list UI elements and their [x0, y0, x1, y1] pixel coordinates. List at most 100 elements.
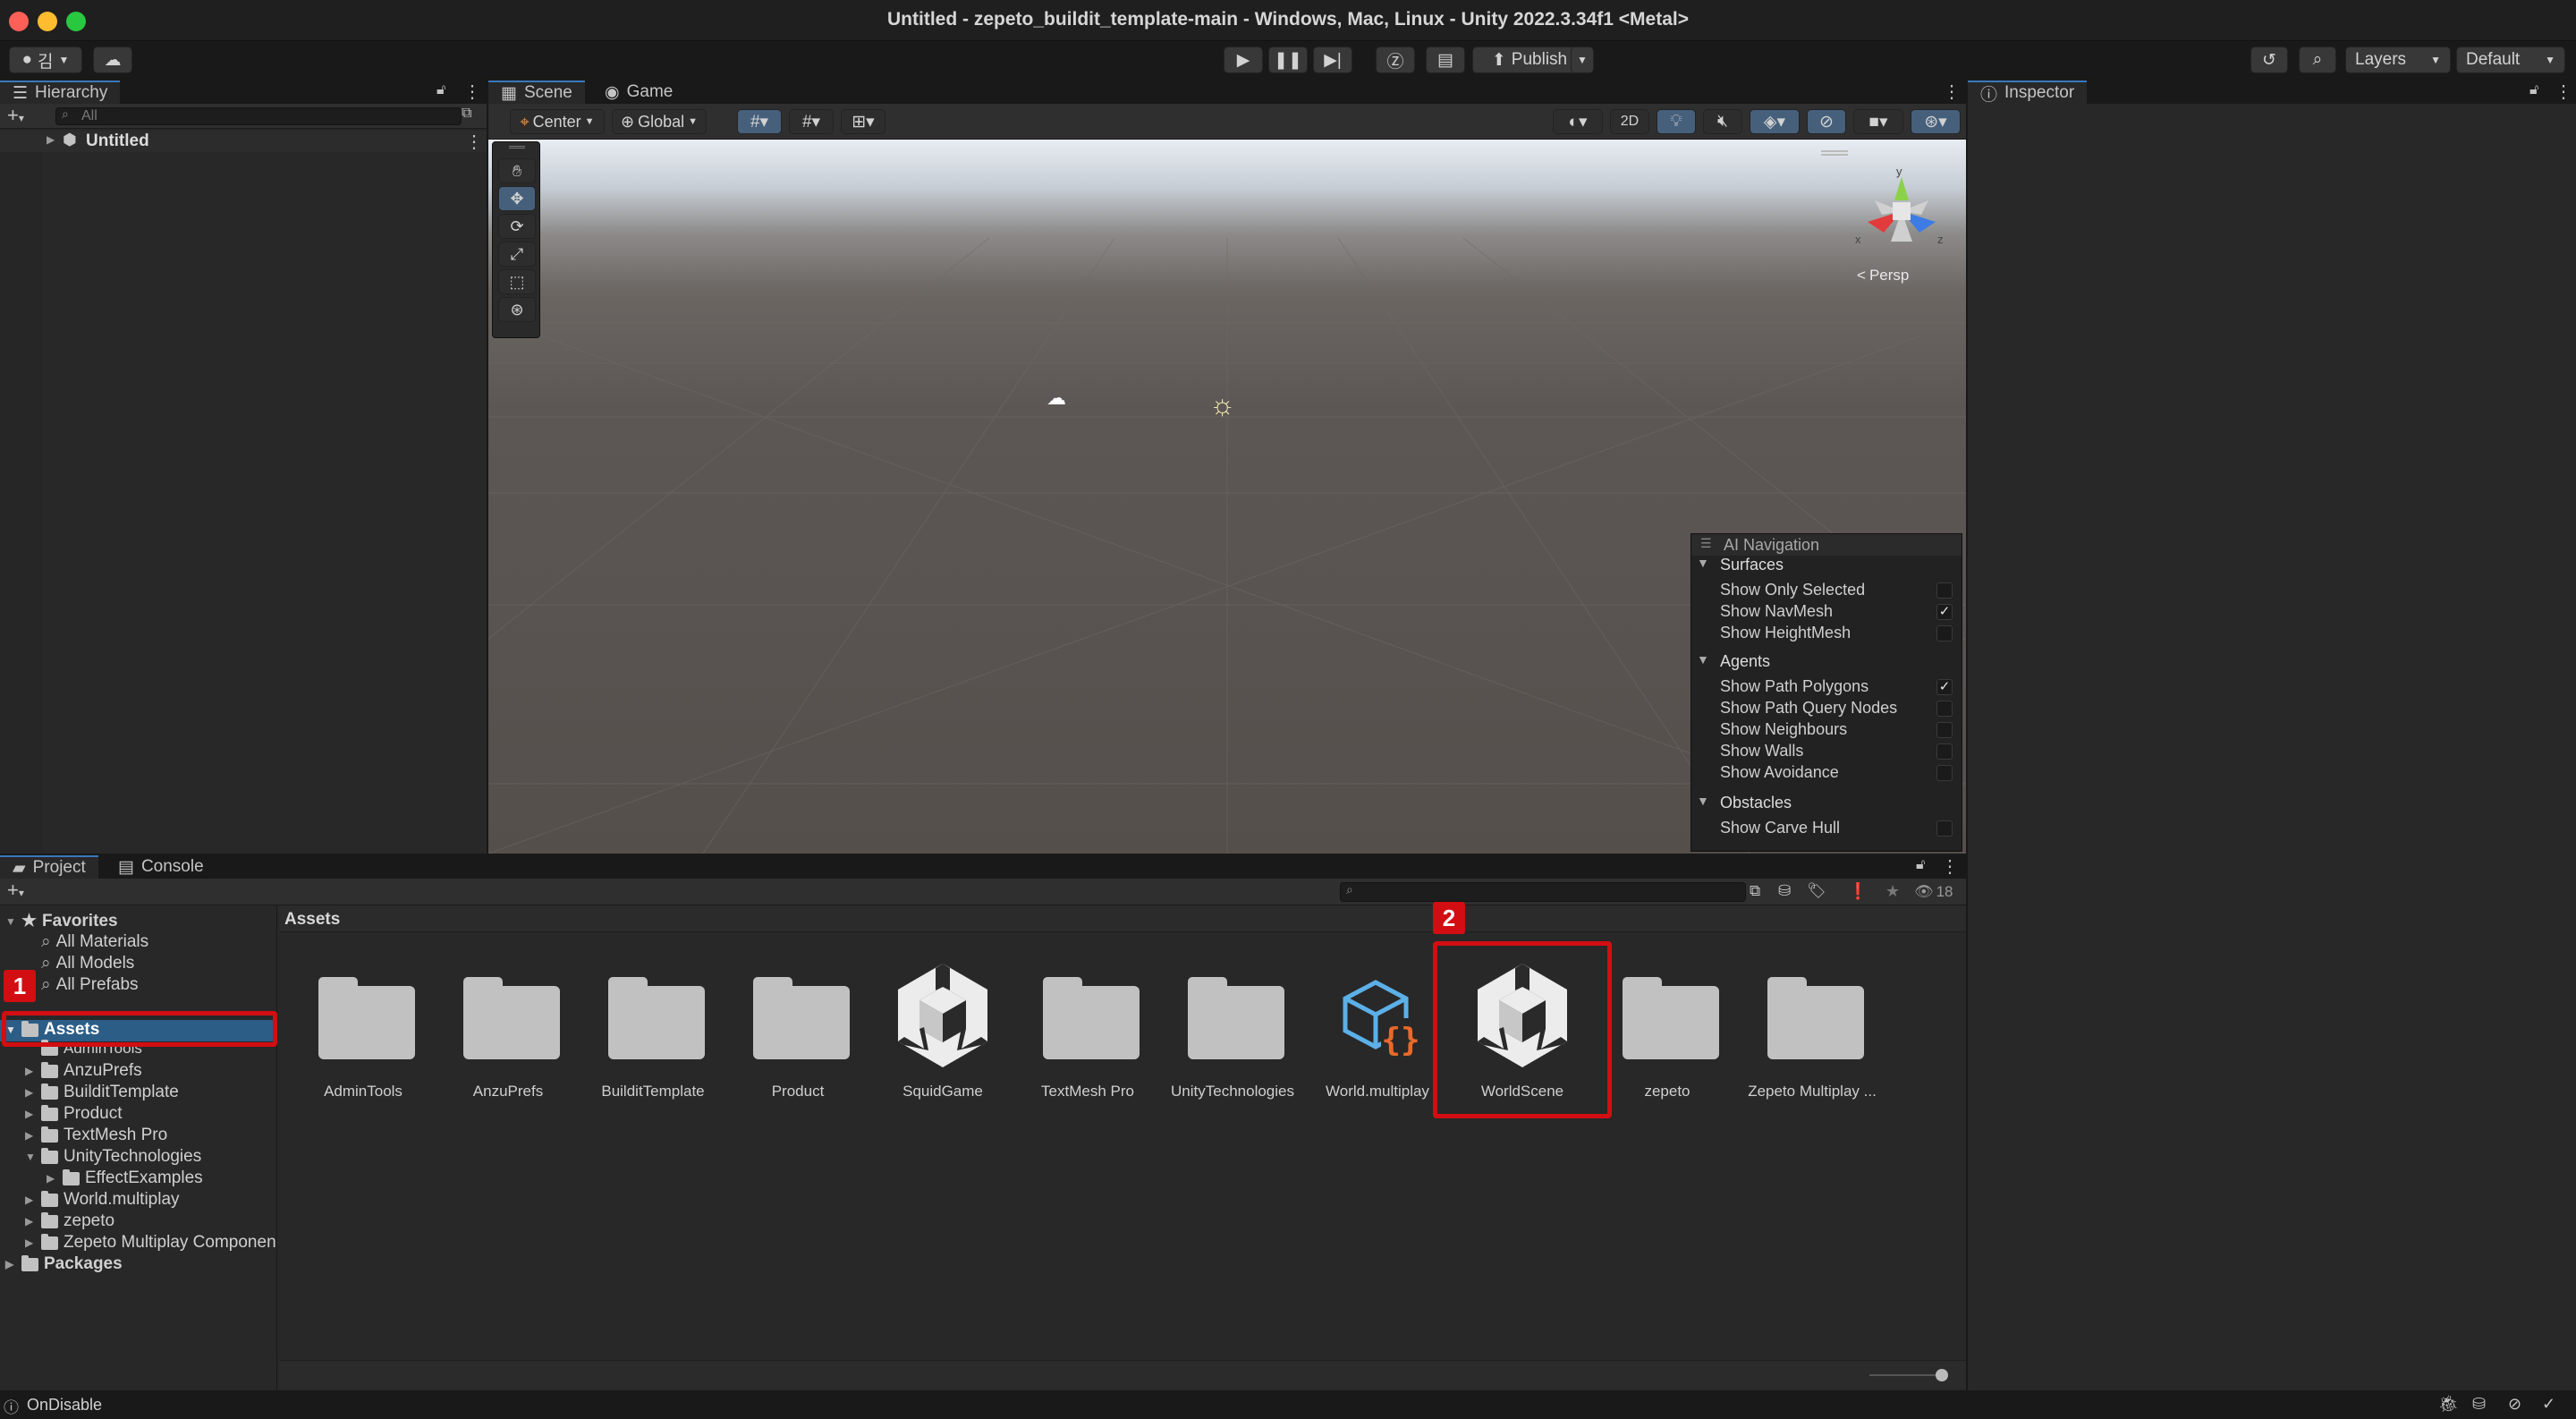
ai-navigation-header[interactable]: ☰ AI Navigation [1691, 534, 1962, 556]
search-by-label-icon[interactable]: 🏷︎ [1807, 882, 1826, 900]
expand-arrow-icon[interactable]: ▶ [25, 1108, 36, 1120]
search-button[interactable]: ⌕ [2299, 47, 2336, 73]
show-avoidance-checkbox[interactable] [1936, 765, 1953, 781]
collapse-arrow-icon[interactable]: ▼ [5, 915, 16, 928]
expand-arrow-icon[interactable]: ▶ [25, 1236, 36, 1249]
more-options-icon[interactable]: ⋮ [2555, 81, 2572, 103]
scene-row[interactable]: ▶ ⬢ Untitled ⋮ [0, 131, 487, 152]
more-options-icon[interactable]: ⋮ [465, 131, 483, 153]
transform-tool-button[interactable]: ⊛ [498, 297, 536, 322]
search-by-type-icon[interactable]: ⛁ [1778, 882, 1791, 900]
increment-snap-button[interactable]: ⊞▾ [841, 109, 886, 134]
show-path-query-nodes-checkbox[interactable] [1936, 701, 1953, 717]
show-path-polygons-checkbox[interactable]: ✓ [1936, 679, 1953, 695]
favorite-star-icon[interactable]: ★ [1885, 882, 1900, 901]
expand-arrow-icon[interactable]: ▶ [25, 1215, 36, 1228]
tree-folder[interactable]: ▶ Zepeto Multiplay Componen [25, 1233, 276, 1253]
collapse-arrow-icon[interactable]: ▼ [25, 1151, 36, 1163]
show-neighbours-checkbox[interactable] [1936, 722, 1953, 738]
expand-arrow-icon[interactable]: ▶ [25, 1194, 36, 1206]
show-walls-checkbox[interactable] [1936, 743, 1953, 760]
persp-toggle[interactable]: < Persp [1857, 267, 1909, 285]
more-options-icon[interactable]: ⋮ [1941, 855, 1959, 878]
snap-toggle-button[interactable]: #▾ [789, 109, 834, 134]
tree-folder[interactable]: ▶ World.multiplay [25, 1190, 180, 1210]
network-icon[interactable]: ⛁ [2472, 1395, 2486, 1414]
collapse-arrow-icon[interactable]: ▼ [1697, 652, 1709, 667]
publish-button[interactable]: ⬆ Publish [1472, 47, 1587, 73]
show-carve-hull-checkbox[interactable] [1936, 820, 1953, 837]
icon-size-slider-handle[interactable] [1936, 1369, 1948, 1381]
warning-filter-icon[interactable]: ❗ [1848, 882, 1868, 901]
cache-icon[interactable]: ⊘ [2508, 1395, 2521, 1414]
create-button[interactable]: +▾ [7, 104, 24, 127]
pause-button[interactable]: ❚❚ [1268, 47, 1308, 73]
hierarchy-search-input[interactable]: ⌕ All [55, 106, 462, 125]
layers-dropdown[interactable]: Layers ▼ [2345, 47, 2451, 73]
breadcrumb-assets[interactable]: Assets [284, 910, 340, 930]
hidden-objects-toggle[interactable]: ⊘ [1807, 109, 1846, 134]
favorite-item[interactable]: ⌕ All Materials [41, 932, 148, 952]
tree-folder[interactable]: ▶ TextMesh Pro [25, 1126, 167, 1145]
status-message[interactable]: OnDisable [27, 1396, 102, 1415]
tab-console[interactable]: ▤ Console [106, 855, 216, 879]
screen-button[interactable]: ▤ [1426, 47, 1465, 73]
account-dropdown[interactable]: ● 김 ▼ [9, 47, 82, 73]
effects-dropdown[interactable]: ◈▾ [1750, 109, 1800, 134]
tab-inspector[interactable]: ⓘ Inspector [1968, 81, 2088, 105]
expand-arrow-icon[interactable]: ▶ [47, 133, 55, 146]
lighting-toggle-button[interactable]: 💡︎ [1657, 109, 1696, 134]
favorite-item[interactable]: ⌕ All Prefabs [41, 975, 139, 995]
rotate-tool-button[interactable]: ⟳ [498, 214, 536, 239]
show-heightmesh-checkbox[interactable] [1936, 625, 1953, 642]
camera-dropdown[interactable]: ■▾ [1853, 109, 1903, 134]
pivot-mode-dropdown[interactable]: ⌖ Center ▼ [510, 109, 605, 134]
drag-handle-icon[interactable] [509, 146, 525, 149]
debug-icon[interactable]: 🐞︎ [2438, 1395, 2459, 1414]
audio-toggle-button[interactable]: 🔇︎ [1703, 109, 1742, 134]
expand-arrow-icon[interactable]: ▶ [5, 1258, 16, 1270]
collapse-arrow-icon[interactable]: ▼ [1697, 794, 1709, 808]
step-button[interactable]: ▶| [1313, 47, 1352, 73]
play-button[interactable]: ▶ [1224, 47, 1263, 73]
expand-arrow-icon[interactable]: ▶ [25, 1065, 36, 1077]
tab-hierarchy[interactable]: ☰ Hierarchy [0, 81, 121, 104]
project-search-input[interactable]: ⌕ [1340, 882, 1746, 902]
tree-folder[interactable]: ▶ zepeto [25, 1211, 114, 1231]
hand-tool-button[interactable]: ✋︎ [498, 158, 536, 183]
tab-project[interactable]: ▰ Project [0, 855, 98, 879]
rect-tool-button[interactable]: ⬚ [498, 269, 536, 294]
zepeto-account-button[interactable]: Ⓩ [1376, 47, 1415, 73]
tree-folder[interactable]: ▶ AnzuPrefs [25, 1061, 142, 1081]
show-navmesh-checkbox[interactable]: ✓ [1936, 604, 1953, 620]
show-only-selected-checkbox[interactable] [1936, 582, 1953, 599]
lock-icon[interactable]: 🔓︎ [436, 82, 445, 98]
check-icon[interactable]: ✓ [2542, 1395, 2555, 1414]
hidden-packages-toggle[interactable]: 👁︎ 18 [1914, 883, 1953, 901]
search-options-icon[interactable]: ⧉ [462, 106, 471, 122]
shading-mode-dropdown[interactable]: ◐▾ [1553, 109, 1603, 134]
expand-arrow-icon[interactable]: ▶ [47, 1172, 57, 1185]
more-options-icon[interactable]: ⋮ [1943, 81, 1961, 103]
tree-folder[interactable]: ▶ EffectExamples [47, 1168, 203, 1188]
move-tool-button[interactable]: ✥ [498, 186, 536, 211]
tree-folder[interactable]: ▼ UnityTechnologies [25, 1147, 201, 1167]
icon-size-slider-track[interactable] [1869, 1374, 1943, 1376]
camera-gizmo-icon[interactable]: ☁︎ [1046, 387, 1066, 410]
undo-history-button[interactable]: ↺ [2250, 47, 2288, 73]
tab-game[interactable]: ◉ Game [592, 81, 685, 104]
space-mode-dropdown[interactable]: ⊕ Global ▼ [612, 109, 707, 134]
light-gizmo-icon[interactable]: ☼ [1209, 388, 1235, 421]
publish-dropdown-button[interactable]: ▼ [1571, 47, 1594, 73]
lock-icon[interactable]: 🔓︎ [1916, 857, 1925, 873]
grid-toggle-button[interactable]: #▾ [737, 109, 782, 134]
collapse-arrow-icon[interactable]: ▼ [1697, 556, 1709, 570]
packages-row[interactable]: ▶ Packages [5, 1254, 123, 1274]
gizmos-dropdown[interactable]: ⊛▾ [1911, 109, 1961, 134]
layout-dropdown[interactable]: Default ▼ [2456, 47, 2565, 73]
favorites-row[interactable]: ▼ ★ Favorites [5, 911, 118, 931]
expand-arrow-icon[interactable]: ▶ [25, 1086, 36, 1099]
toggle-2d-button[interactable]: 2D [1610, 109, 1649, 134]
cloud-button[interactable]: ☁ [93, 47, 132, 73]
scale-tool-button[interactable]: ⤢ [498, 242, 536, 267]
